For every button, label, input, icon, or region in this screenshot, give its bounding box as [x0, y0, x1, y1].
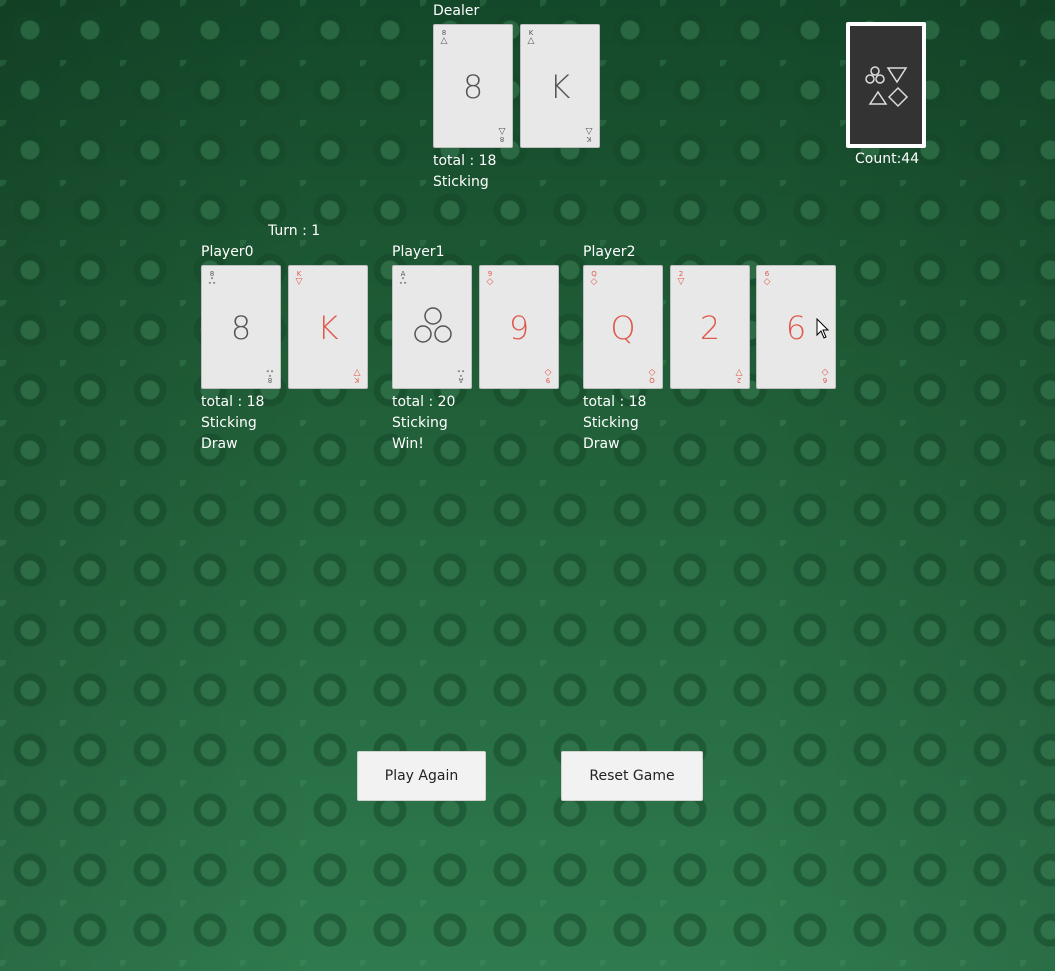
player-total: total : 18 — [201, 394, 265, 410]
card-rank: Q — [610, 309, 636, 347]
dealer-card: K △ K K △ — [520, 24, 600, 148]
card-rank: 9 — [508, 309, 530, 347]
card-rank: 8 — [462, 68, 484, 106]
turn-indicator: Turn : 1 — [268, 223, 321, 239]
card-corner: Aஃ — [457, 367, 465, 384]
dealer-label: Dealer — [433, 3, 480, 19]
clubs-suit-icon — [414, 307, 452, 343]
card-corner: 8 △ — [440, 29, 448, 46]
reset-game-button[interactable]: Reset Game — [561, 751, 703, 801]
deck-count: Count:44 — [855, 151, 920, 167]
card-corner: K ▽ — [353, 367, 361, 384]
card-rank: K — [317, 309, 339, 347]
card-corner: 6 ◇ — [821, 367, 829, 384]
card-rank: K — [549, 68, 571, 106]
dealer-card: 8 △ 8 8 △ — [433, 24, 513, 148]
card-corner: Aஃ — [399, 270, 407, 287]
card-corner: 9 ◇ — [544, 367, 552, 384]
player-card: 2 ▽ 2 2 ▽ — [670, 265, 750, 389]
card-corner: 8ஃ — [208, 270, 216, 287]
card-rank: 2 — [699, 309, 721, 347]
card-corner: Q ◇ — [648, 367, 656, 384]
mouse-cursor-icon — [816, 318, 830, 339]
player-card: 9 ◇ 9 9 ◇ — [479, 265, 559, 389]
player-result: Draw — [201, 436, 238, 452]
play-again-button[interactable]: Play Again — [357, 751, 486, 801]
card-corner: 9 ◇ — [486, 270, 494, 287]
player-label: Player1 — [392, 244, 445, 260]
player-total: total : 18 — [583, 394, 647, 410]
player-status: Sticking — [583, 415, 639, 431]
dealer-total: total : 18 — [433, 153, 497, 169]
player-card: 8ஃ 8 8ஃ — [201, 265, 281, 389]
card-corner: K △ — [585, 126, 593, 143]
player-status: Sticking — [201, 415, 257, 431]
card-corner: 8 △ — [498, 126, 506, 143]
player-result: Win! — [392, 436, 424, 452]
card-rank: 8 — [230, 309, 252, 347]
deck-pile[interactable] — [846, 22, 926, 148]
card-corner: 6 ◇ — [763, 270, 771, 287]
player-card: K ▽ K K ▽ — [288, 265, 368, 389]
deck-back — [850, 26, 922, 144]
player-status: Sticking — [392, 415, 448, 431]
dealer-status: Sticking — [433, 174, 489, 190]
card-corner: 2 ▽ — [677, 270, 685, 287]
card-corner: Q ◇ — [590, 270, 598, 287]
card-corner: 2 ▽ — [735, 367, 743, 384]
player-label: Player2 — [583, 244, 636, 260]
player-total: total : 20 — [392, 394, 456, 410]
player-result: Draw — [583, 436, 620, 452]
card-corner: 8ஃ — [266, 367, 274, 384]
deck-back-shapes-icon — [865, 66, 909, 108]
player-label: Player0 — [201, 244, 254, 260]
player-card: Q ◇ Q Q ◇ — [583, 265, 663, 389]
player-card: Aஃ Aஃ — [392, 265, 472, 389]
card-corner: K △ — [527, 29, 535, 46]
card-corner: K ▽ — [295, 270, 303, 287]
